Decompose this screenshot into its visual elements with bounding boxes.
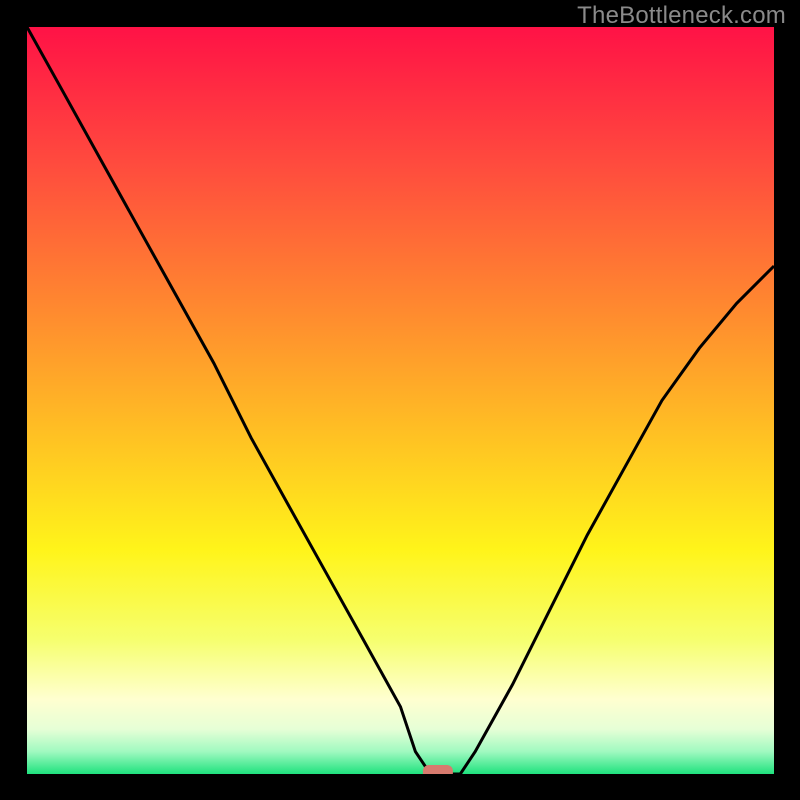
watermark-text: TheBottleneck.com	[577, 2, 786, 30]
optimal-point-marker	[423, 765, 453, 774]
chart-frame: TheBottleneck.com	[0, 0, 800, 800]
bottleneck-curve-chart	[27, 27, 774, 774]
plot-area	[27, 27, 774, 774]
